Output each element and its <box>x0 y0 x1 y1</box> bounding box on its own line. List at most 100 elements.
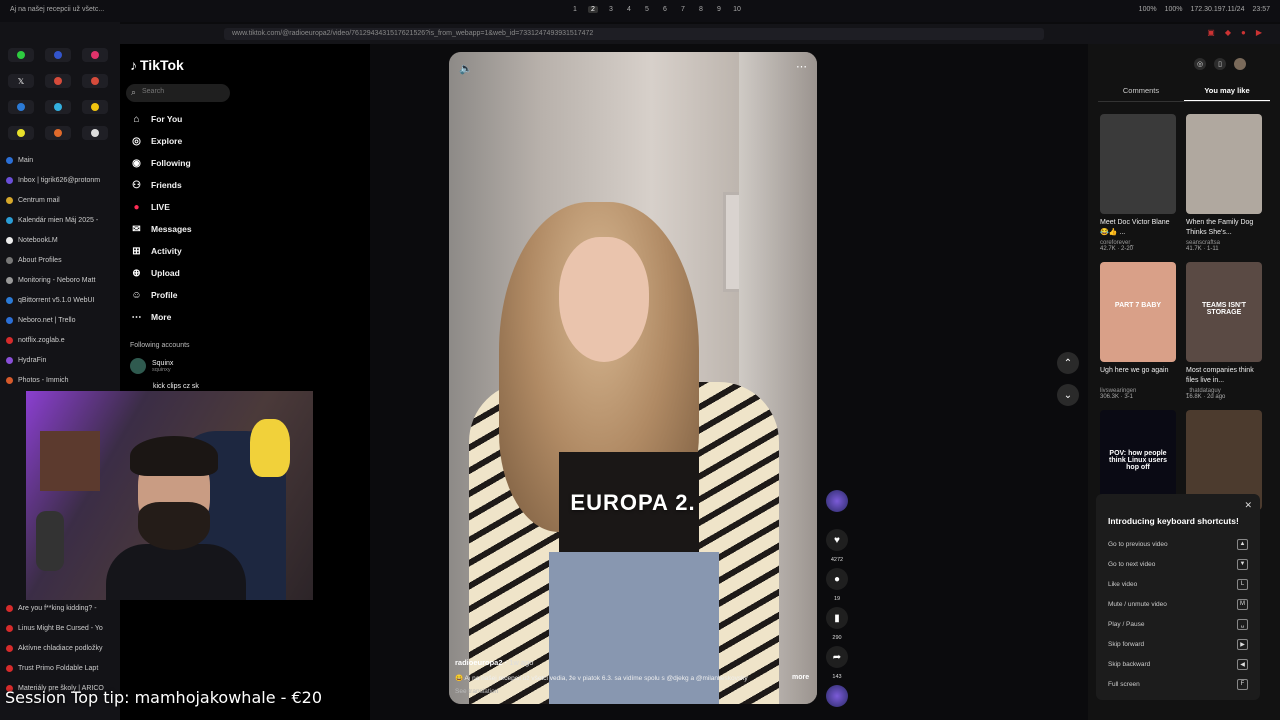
compass-icon: ◎ <box>132 135 141 147</box>
webcam-overlay <box>26 391 313 600</box>
following-account[interactable]: Squinx squinxy <box>130 358 173 374</box>
nav-item-following[interactable]: ◉ Following <box>130 152 192 174</box>
nav-item-for-you[interactable]: ⌂ For You <box>130 108 192 130</box>
workspace-4[interactable]: 4 <box>624 6 634 13</box>
nav-item-activity[interactable]: ⊞ Activity <box>130 240 192 262</box>
video-thumbnail[interactable]: TEAMS ISN'T STORAGE <box>1186 262 1262 362</box>
pinned-app[interactable] <box>82 48 108 62</box>
compass-icon[interactable]: ◎ <box>1194 58 1206 70</box>
pinned-app[interactable]: 𝕏 <box>8 74 34 88</box>
video-thumbnail[interactable] <box>1186 114 1262 214</box>
workspace-9[interactable]: 9 <box>714 6 724 13</box>
author-avatar-action[interactable] <box>822 490 852 524</box>
nav-item-friends[interactable]: ⚇ Friends <box>130 174 192 196</box>
nav-item-more[interactable]: ⋯ More <box>130 306 192 328</box>
extension-icon[interactable]: ● <box>1241 28 1246 37</box>
workspace-7[interactable]: 7 <box>678 6 688 13</box>
bookmark-action[interactable]: ▮ 290 <box>822 607 852 641</box>
browser-tab[interactable]: Neboro.net | Trello <box>6 310 116 330</box>
workspace-3[interactable]: 3 <box>606 6 616 13</box>
pinned-app[interactable] <box>8 126 34 140</box>
workspace-5[interactable]: 5 <box>642 6 652 13</box>
browser-tab[interactable]: Aktívne chladiace podložky <box>6 638 116 658</box>
browser-tab[interactable]: qBittorrent v5.1.0 WebUI <box>6 290 116 310</box>
browser-tab[interactable]: HydraFin <box>6 350 116 370</box>
pinned-app[interactable] <box>45 74 71 88</box>
user-avatar[interactable] <box>1234 58 1246 70</box>
video-thumbnail[interactable]: PART 7 BABY <box>1100 262 1176 362</box>
tab-comments[interactable]: Comments <box>1098 86 1184 101</box>
video-card[interactable]: Meet Doc Victor Blane😂👍 ... coreforever_ 4… <box>1100 114 1176 252</box>
share-icon[interactable]: ➦ <box>826 646 848 668</box>
video-card[interactable]: TEAMS ISN'T STORAGE Most companies think … <box>1186 262 1262 400</box>
browser-tab[interactable]: Inbox | tigrik626@protonm <box>6 170 116 190</box>
more-options-icon[interactable]: ⋯ <box>796 60 807 73</box>
tab-label: Photos - Immich <box>18 376 69 384</box>
tab-you-may-like[interactable]: You may like <box>1184 86 1270 101</box>
next-video-button[interactable]: ⌄ <box>1057 384 1079 406</box>
nav-item-upload[interactable]: ⊕ Upload <box>130 262 192 284</box>
nav-item-live[interactable]: ● LIVE <box>130 196 192 218</box>
caption-more-link[interactable]: more <box>792 674 809 681</box>
like-action[interactable]: ♥ 4272 <box>822 529 852 563</box>
workspace-switcher[interactable]: 1 2 3 4 5 6 7 8 9 10 <box>570 6 742 13</box>
author-avatar[interactable] <box>826 490 848 512</box>
nav-item-messages[interactable]: ✉ Messages <box>130 218 191 240</box>
share-action[interactable]: ➦ 143 <box>822 646 852 680</box>
see-translation-link[interactable]: See translation <box>455 688 498 695</box>
browser-tab[interactable]: NotebookLM <box>6 230 116 250</box>
pinned-app[interactable] <box>8 100 34 114</box>
video-stats: 41.7K · 1-11 <box>1186 246 1219 252</box>
browser-tab[interactable]: Photos - Immich <box>6 370 116 390</box>
workspace-6[interactable]: 6 <box>660 6 670 13</box>
pinned-app[interactable] <box>8 48 34 62</box>
pinned-app[interactable] <box>82 100 108 114</box>
previous-video-button[interactable]: ⌃ <box>1057 352 1079 374</box>
pinned-app[interactable] <box>45 126 71 140</box>
extension-icon[interactable]: ◆ <box>1225 28 1231 37</box>
workspace-1[interactable]: 1 <box>570 6 580 13</box>
nav-item-explore[interactable]: ◎ Explore <box>130 130 192 152</box>
extension-icons[interactable]: ▣ ◆ ● ▶ <box>1207 28 1262 37</box>
comment-icon[interactable]: ● <box>826 568 848 590</box>
extension-icon[interactable]: ▣ <box>1207 28 1215 37</box>
device-icon[interactable]: ▯ <box>1214 58 1226 70</box>
search-input[interactable]: ⌕ Search <box>126 84 230 102</box>
pinned-app[interactable] <box>45 100 71 114</box>
like-icon[interactable]: ♥ <box>826 529 848 551</box>
tiktok-logo[interactable]: ♪ TikTok <box>130 57 184 73</box>
author-name[interactable]: radioeuropa2 <box>455 658 503 667</box>
browser-tab[interactable]: Linus Might Be Cursed - Yo <box>6 618 116 638</box>
video-author[interactable]: radioeuropa2 · 1w ago <box>455 658 533 667</box>
browser-tab[interactable]: Main <box>6 150 116 170</box>
shortcut-label: Go to previous video <box>1108 540 1168 548</box>
pinned-app[interactable] <box>45 48 71 62</box>
close-icon[interactable]: ✕ <box>1244 500 1252 511</box>
browser-tab[interactable]: notflix.zoglab.e <box>6 330 116 350</box>
workspace-8[interactable]: 8 <box>696 6 706 13</box>
video-card[interactable]: When the Family Dog Thinks She's... seans… <box>1186 114 1262 252</box>
pinned-app[interactable] <box>82 126 108 140</box>
keyboard-shortcuts-popup: ✕ Introducing keyboard shortcuts! Go to … <box>1096 494 1260 700</box>
sound-disc-icon[interactable] <box>826 685 848 707</box>
browser-tab[interactable]: Trust Primo Foldable Lapt <box>6 658 116 678</box>
workspace-2[interactable]: 2 <box>588 6 598 13</box>
browser-tab[interactable]: About Profiles <box>6 250 116 270</box>
workspace-10[interactable]: 10 <box>732 6 742 13</box>
sound-avatar-action[interactable] <box>822 685 852 707</box>
video-thumbnail[interactable] <box>1100 114 1176 214</box>
address-bar[interactable]: www.tiktok.com/@radioeuropa2/video/76129… <box>224 28 1044 40</box>
browser-tab[interactable]: Are you f**king kidding? - <box>6 598 116 618</box>
nav-item-profile[interactable]: ☺ Profile <box>130 284 192 306</box>
video-card[interactable]: PART 7 BABY Ugh here we go again livsweari… <box>1100 262 1176 400</box>
pinned-app[interactable] <box>82 74 108 88</box>
bookmark-icon[interactable]: ▮ <box>826 607 848 629</box>
browser-tab[interactable]: Kalendár mien Máj 2025 - <box>6 210 116 230</box>
extension-icon[interactable]: ▶ <box>1256 28 1262 37</box>
comment-action[interactable]: ● 19 <box>822 568 852 602</box>
browser-tab[interactable]: Centrum mail <box>6 190 116 210</box>
volume-icon[interactable]: 🔈 <box>459 62 473 75</box>
video-player[interactable]: EUROPA 2. 🔈 ⋯ radioeuropa2 · 1w ago 😀 Aj… <box>449 52 817 704</box>
following-account[interactable]: kick clips cz sk <box>153 383 199 390</box>
browser-tab[interactable]: Monitoring - Neboro Matt <box>6 270 116 290</box>
